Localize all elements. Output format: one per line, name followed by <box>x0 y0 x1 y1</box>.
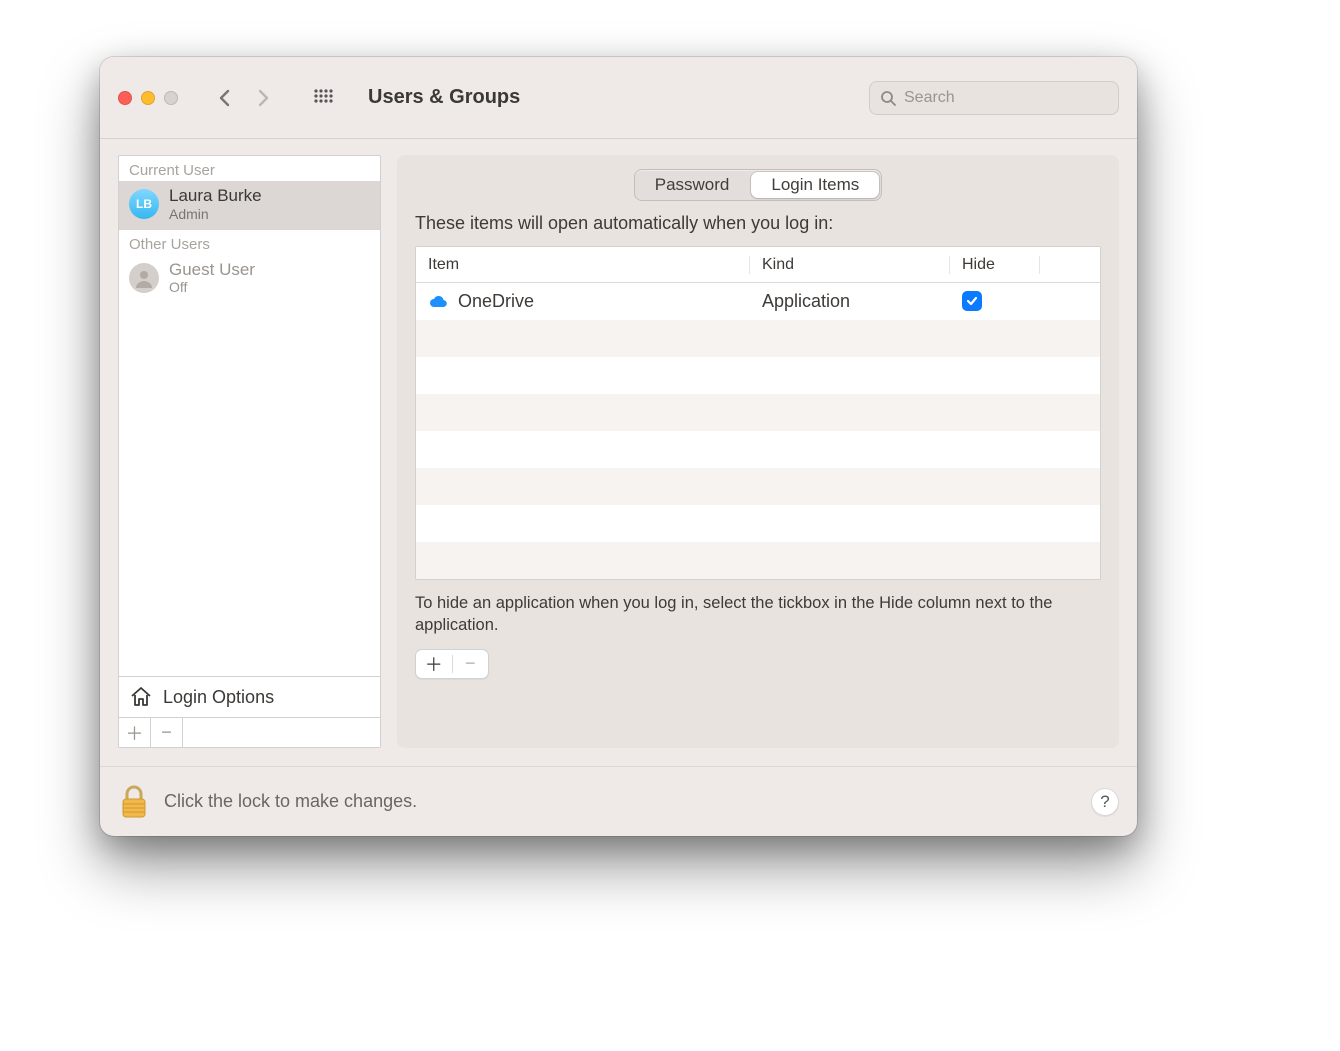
zoom-window-button <box>164 91 178 105</box>
col-item[interactable]: Item <box>416 256 750 274</box>
table-header: Item Kind Hide <box>416 247 1100 283</box>
window-title: Users & Groups <box>368 86 520 109</box>
table-row <box>416 357 1100 394</box>
lock-icon[interactable] <box>118 783 150 821</box>
search-icon <box>880 90 896 106</box>
add-item-button[interactable]: ＋ <box>416 650 452 678</box>
login-options-label: Login Options <box>163 687 274 708</box>
item-add-remove: ＋ − <box>415 649 489 679</box>
forward-button <box>248 80 278 116</box>
tab-bar: Password Login Items <box>634 169 883 201</box>
table-row[interactable]: OneDrive Application <box>416 283 1100 320</box>
cloud-icon <box>428 295 448 309</box>
tab-login-items[interactable]: Login Items <box>751 172 879 198</box>
sidebar-add-remove: ＋ − <box>119 717 380 747</box>
remove-item-button[interactable]: − <box>453 650 489 678</box>
table-row <box>416 431 1100 468</box>
section-other-users: Other Users <box>119 230 380 255</box>
show-all-button[interactable] <box>308 80 338 116</box>
footer: Click the lock to make changes. ? <box>100 766 1137 836</box>
search-field[interactable] <box>869 81 1119 115</box>
item-name: OneDrive <box>458 291 534 312</box>
traffic-lights <box>118 91 178 105</box>
back-button[interactable] <box>210 80 240 116</box>
table-row <box>416 542 1100 579</box>
table-row <box>416 320 1100 357</box>
search-input[interactable] <box>904 89 1111 107</box>
avatar-icon <box>129 263 159 293</box>
avatar-icon: LB <box>129 189 159 219</box>
user-name: Laura Burke <box>169 187 262 206</box>
main-panel: Password Login Items These items will op… <box>397 155 1119 748</box>
hide-checkbox[interactable] <box>962 291 982 311</box>
tab-password[interactable]: Password <box>635 170 750 200</box>
help-button[interactable]: ? <box>1091 788 1119 816</box>
login-items-table: Item Kind Hide OneDrive Application <box>415 246 1101 580</box>
col-kind[interactable]: Kind <box>750 256 950 274</box>
users-sidebar: Current User LB Laura Burke Admin Other … <box>118 155 381 748</box>
minimize-window-button[interactable] <box>141 91 155 105</box>
toolbar: Users & Groups <box>100 57 1137 139</box>
user-status: Off <box>169 279 255 295</box>
table-row <box>416 505 1100 542</box>
login-items-prompt: These items will open automatically when… <box>415 213 1101 234</box>
add-user-button[interactable]: ＋ <box>119 718 151 747</box>
lock-hint-text: Click the lock to make changes. <box>164 791 1077 812</box>
body: Current User LB Laura Burke Admin Other … <box>100 139 1137 766</box>
section-current-user: Current User <box>119 156 380 181</box>
item-kind: Application <box>750 291 950 312</box>
user-role: Admin <box>169 206 262 222</box>
remove-user-button[interactable]: − <box>151 718 183 747</box>
table-row <box>416 394 1100 431</box>
preferences-window: Users & Groups Current User LB Laura Bur… <box>100 57 1137 836</box>
table-row <box>416 468 1100 505</box>
hide-hint-text: To hide an application when you log in, … <box>415 592 1101 637</box>
col-hide[interactable]: Hide <box>950 256 1040 274</box>
home-icon <box>129 685 153 709</box>
user-name: Guest User <box>169 261 255 280</box>
login-options-button[interactable]: Login Options <box>119 676 380 717</box>
sidebar-user-guest[interactable]: Guest User Off <box>119 255 380 304</box>
sidebar-user-current[interactable]: LB Laura Burke Admin <box>119 181 380 230</box>
close-window-button[interactable] <box>118 91 132 105</box>
